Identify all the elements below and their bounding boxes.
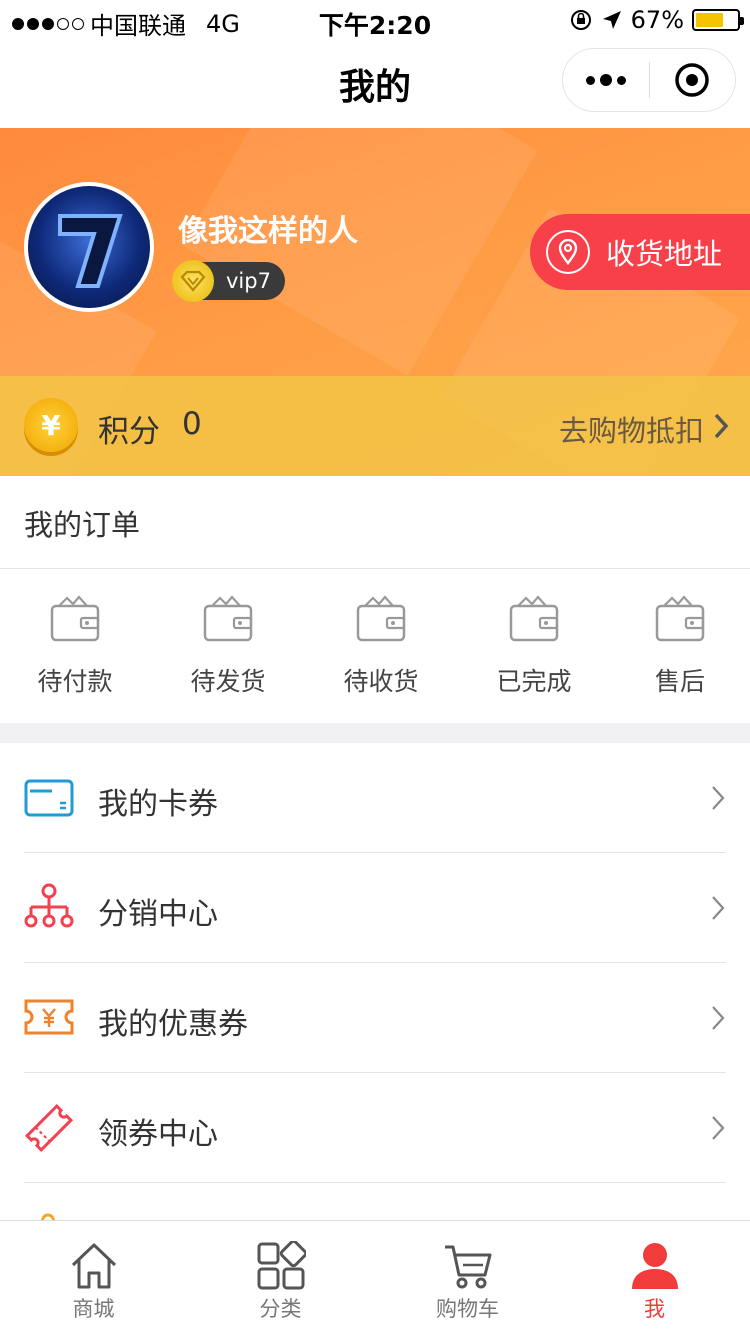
battery-icon — [692, 9, 744, 31]
vip-diamond-icon — [172, 260, 214, 302]
wallet-icon — [356, 595, 406, 642]
vip-level: vip7 — [226, 269, 271, 293]
tab-bar: 商城 分类 购物车 我 — [0, 1220, 750, 1334]
coupon-icon — [24, 999, 74, 1035]
category-icon — [257, 1241, 306, 1290]
shipping-address-label: 收货地址 — [606, 237, 723, 271]
menu-item-partial[interactable] — [0, 1183, 750, 1220]
menu-item-coupon-center[interactable]: 领券中心 — [0, 1073, 750, 1183]
tab-label: 分类 — [259, 1297, 302, 1321]
wallet-icon — [50, 595, 100, 642]
menu-item-distribution[interactable]: 分销中心 — [0, 853, 750, 963]
home-icon — [71, 1243, 116, 1289]
yen-coin-icon: ¥ — [24, 398, 78, 452]
user-icon — [631, 1243, 678, 1289]
shipping-address-button[interactable]: 收货地址 — [530, 214, 750, 290]
menu-item-coupons[interactable]: 我的优惠券 — [0, 963, 750, 1073]
ticket-icon — [24, 1103, 74, 1153]
points-label: 积分 — [98, 414, 160, 450]
menu-label: 我的优惠券 — [98, 1007, 248, 1042]
more-button[interactable] — [563, 49, 649, 111]
wallet-icon — [655, 595, 705, 642]
wallet-icon — [203, 595, 253, 642]
card-icon — [24, 779, 74, 817]
menu-item-cards[interactable]: 我的卡券 — [0, 743, 750, 853]
menu-label: 领券中心 — [98, 1117, 218, 1152]
tab-cart[interactable]: 购物车 — [374, 1221, 561, 1334]
order-pending-shipment[interactable]: 待发货 — [153, 594, 303, 698]
order-pending-payment[interactable]: 待付款 — [0, 594, 150, 698]
status-bar: 中国联通 4G 下午2:20 67% — [0, 0, 750, 40]
avatar-image — [58, 214, 123, 288]
profile-header: 像我这样的人 vip7 收货地址 ¥ 积分 0 去购物抵扣 — [0, 128, 750, 476]
order-completed[interactable]: 已完成 — [459, 594, 609, 698]
username: 像我这样的人 — [178, 214, 358, 249]
tab-label: 我 — [644, 1297, 665, 1321]
order-label: 已完成 — [496, 667, 572, 696]
wallet-icon — [509, 595, 559, 642]
menu-label: 我的卡券 — [98, 787, 218, 822]
vip-badge: vip7 — [172, 260, 285, 302]
nav-bar: 我的 — [0, 40, 750, 128]
cart-icon — [444, 1245, 491, 1289]
location-arrow-icon — [602, 11, 621, 29]
points-value: 0 — [182, 406, 202, 442]
menu-label: 分销中心 — [98, 897, 218, 932]
chevron-right-icon — [712, 1006, 725, 1030]
order-label: 待付款 — [37, 667, 113, 696]
tab-home[interactable]: 商城 — [0, 1221, 187, 1334]
order-label: 待收货 — [343, 667, 419, 696]
target-icon — [675, 63, 709, 97]
capsule-menu — [562, 48, 736, 112]
location-pin-icon — [546, 230, 590, 274]
section-gap — [0, 723, 750, 743]
tab-me[interactable]: 我 — [561, 1221, 748, 1334]
chevron-right-icon — [712, 1116, 725, 1140]
chevron-right-icon — [714, 413, 729, 439]
points-redeem-link[interactable]: 去购物抵扣 — [559, 408, 704, 450]
order-after-sales[interactable]: 售后 — [605, 594, 750, 698]
tab-label: 购物车 — [436, 1297, 499, 1321]
chevron-right-icon — [712, 896, 725, 920]
battery-percent: 67% — [630, 6, 684, 34]
status-right: 67% — [569, 6, 744, 34]
avatar[interactable] — [24, 182, 154, 312]
order-label: 售后 — [654, 667, 705, 696]
order-label: 待发货 — [190, 667, 266, 696]
order-pending-receipt[interactable]: 待收货 — [306, 594, 456, 698]
bell-icon — [40, 1213, 56, 1220]
close-miniprogram-button[interactable] — [650, 49, 736, 111]
divider — [0, 568, 750, 569]
tab-category[interactable]: 分类 — [187, 1221, 374, 1334]
orders-title[interactable]: 我的订单 — [24, 502, 140, 544]
points-bar[interactable]: ¥ 积分 0 去购物抵扣 — [0, 376, 750, 476]
rotation-lock-icon — [570, 10, 591, 30]
distribution-icon — [24, 883, 74, 928]
chevron-right-icon — [712, 786, 725, 810]
tab-label: 商城 — [72, 1297, 115, 1321]
